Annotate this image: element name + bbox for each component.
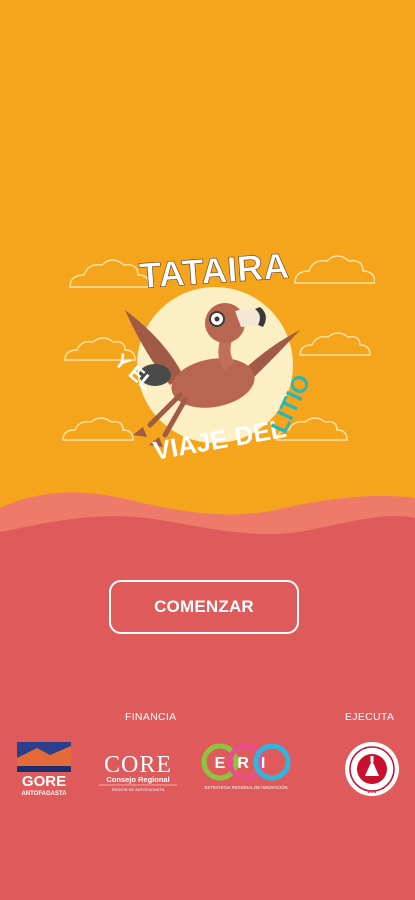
svg-text:UCN: UCN xyxy=(368,789,377,794)
svg-text:Consejo Regional: Consejo Regional xyxy=(106,775,169,784)
financia-label: FINANCIA xyxy=(125,711,177,723)
start-button[interactable]: COMENZAR xyxy=(109,580,299,634)
svg-text:ESTRATEGIA REGIONAL DE INNOVAC: ESTRATEGIA REGIONAL DE INNOVACIÓN xyxy=(205,785,288,790)
svg-text:REGIÓN DE ANTOFAGASTA: REGIÓN DE ANTOFAGASTA xyxy=(112,787,165,792)
gore-logo: GORE ANTOFAGASTA xyxy=(17,742,71,797)
game-logo: TATAIRA Y EL VIAJE DEL LITIO xyxy=(62,245,375,466)
ejecuta-label: EJECUTA xyxy=(345,711,395,723)
svg-text:ANTOFAGASTA: ANTOFAGASTA xyxy=(21,791,67,797)
svg-text:GORE: GORE xyxy=(22,773,66,790)
wave-background xyxy=(0,492,415,900)
svg-text:ERI: ERI xyxy=(215,755,278,772)
ucn-logo: UCN xyxy=(345,742,399,796)
eri-logo: ERI ESTRATEGIA REGIONAL DE INNOVACIÓN xyxy=(201,743,291,790)
core-logo: CORE Consejo Regional REGIÓN DE ANTOFAGA… xyxy=(99,752,177,792)
title-tataira: TATAIRA xyxy=(138,245,290,296)
splash-screen: TATAIRA Y EL VIAJE DEL LITIO COMENZAR FI… xyxy=(0,0,415,900)
